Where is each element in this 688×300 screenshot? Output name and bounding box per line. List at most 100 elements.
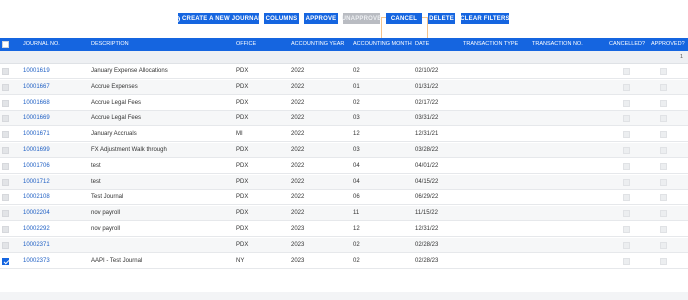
date-cell: 12/31/22: [415, 226, 439, 232]
journal-no-link[interactable]: 10001667: [23, 80, 50, 95]
journal-no-link[interactable]: 10001669: [23, 111, 50, 126]
approved-checkbox: [660, 68, 667, 75]
accounting-year-cell: 2022: [291, 131, 305, 138]
header-journal-no[interactable]: JOURNAL NO.: [23, 38, 60, 51]
header-approved[interactable]: APPROVED?: [651, 38, 685, 51]
table-row[interactable]: 10001671 January Accruals MI 2022 12 12/31/21: [0, 127, 688, 143]
delete-button[interactable]: DELETE: [428, 13, 455, 24]
cancelled-checkbox: [623, 115, 630, 123]
cancelled-checkbox: [623, 194, 630, 202]
row-select-checkbox[interactable]: [2, 210, 9, 218]
approved-checkbox: [660, 147, 667, 154]
accounting-month-cell: 02: [353, 241, 360, 248]
office-cell: PDX: [236, 83, 249, 90]
journal-no-link[interactable]: 10002108: [23, 190, 50, 205]
accounting-year-cell: 2022: [291, 115, 305, 122]
grid-header: JOURNAL NO. DESCRIPTION OFFICE ACCOUNTIN…: [0, 38, 688, 51]
approved-checkbox: [660, 226, 667, 233]
journal-no-link[interactable]: 10001619: [23, 64, 50, 79]
cancelled-checkbox: [623, 68, 630, 75]
journal-no-link[interactable]: 10002292: [23, 222, 50, 237]
approved-checkbox: [660, 162, 667, 170]
create-journal-button[interactable]: + CREATE A NEW JOURNAL: [174, 13, 262, 24]
accounting-month-cell: 06: [353, 194, 360, 201]
approve-button[interactable]: APPROVE: [304, 13, 338, 24]
cancelled-checkbox: [623, 147, 630, 154]
accounting-year-cell: 2022: [291, 83, 305, 90]
header-office[interactable]: OFFICE: [236, 38, 256, 51]
journal-no-link[interactable]: 10001712: [23, 175, 50, 190]
accounting-month-cell: 04: [353, 162, 360, 169]
table-row[interactable]: 10002108 Test Journal PDX 2022 06 06/29/22: [0, 190, 688, 206]
row-select-checkbox[interactable]: [2, 68, 9, 75]
row-select-checkbox[interactable]: [2, 178, 9, 186]
unapprove-button[interactable]: UNAPPROVE: [342, 13, 381, 24]
description-cell: test: [91, 178, 101, 185]
table-row[interactable]: 10001712 test PDX 2022 04 04/15/22: [0, 174, 688, 190]
header-description[interactable]: DESCRIPTION: [91, 38, 129, 51]
journal-no-link[interactable]: 10001671: [23, 127, 50, 142]
journal-no-link[interactable]: 10002373: [23, 254, 50, 269]
select-all-checkbox[interactable]: [2, 41, 9, 48]
office-cell: MI: [236, 131, 243, 138]
columns-button[interactable]: COLUMNS: [264, 13, 299, 24]
approved-checkbox: [660, 83, 667, 91]
table-row[interactable]: 10001667 Accrue Expenses PDX 2022 01 01/31/22: [0, 79, 688, 95]
table-row[interactable]: 10001699 FX Adjustment Walk through PDX 202…: [0, 143, 688, 158]
journal-no-link[interactable]: 10002371: [23, 238, 50, 253]
header-date[interactable]: DATE: [415, 38, 429, 51]
table-row[interactable]: 10001619 January Expense Allocations PDX 20…: [0, 64, 688, 79]
table-row[interactable]: 10001706 test PDX 2022 04 04/01/22: [0, 159, 688, 174]
table-row[interactable]: 10002373 AAPI - Test Journal NY 2023 02 02/28…: [0, 254, 688, 269]
description-cell: test: [91, 162, 101, 169]
row-select-checkbox[interactable]: [2, 99, 9, 107]
cancelled-checkbox: [623, 178, 630, 186]
accounting-month-cell: 03: [353, 115, 360, 122]
row-select-checkbox[interactable]: [2, 131, 9, 139]
journal-no-link[interactable]: 10001668: [23, 96, 50, 111]
journal-no-link[interactable]: 10001699: [23, 143, 50, 158]
header-transaction-type[interactable]: TRANSACTION TYPE: [463, 38, 518, 51]
table-row[interactable]: 10002292 nov payroll PDX 2023 12 12/31/22: [0, 222, 688, 237]
clear-filters-button[interactable]: CLEAR FILTERS: [460, 13, 510, 24]
description-cell: Accrue Legal Fees: [91, 115, 142, 122]
filter-count: 1: [679, 54, 683, 60]
row-select-checkbox[interactable]: [2, 162, 9, 170]
row-select-checkbox[interactable]: [2, 115, 9, 123]
header-cancelled[interactable]: CANCELLED?: [609, 38, 645, 51]
approved-checkbox: [660, 178, 667, 186]
header-transaction-no[interactable]: TRANSACTION NO.: [532, 38, 583, 51]
journal-no-link[interactable]: 10002204: [23, 206, 50, 221]
journal-no-link[interactable]: 10001706: [23, 159, 50, 174]
accounting-month-cell: 01: [353, 83, 360, 90]
office-cell: PDX: [236, 210, 249, 217]
accounting-year-cell: 2023: [291, 241, 305, 248]
header-accounting-month[interactable]: ACCOUNTING MONTH: [353, 38, 412, 51]
filter-row[interactable]: 1: [0, 51, 688, 64]
header-accounting-year[interactable]: ACCOUNTING YEAR: [291, 38, 344, 51]
date-cell: 04/01/22: [415, 162, 439, 169]
row-select-checkbox[interactable]: [2, 147, 9, 154]
description-cell: Accrue Legal Fees: [91, 99, 142, 106]
office-cell: PDX: [236, 99, 249, 106]
horizontal-scrollbar[interactable]: [0, 292, 688, 300]
row-select-checkbox[interactable]: [2, 226, 9, 233]
row-select-checkbox[interactable]: [2, 241, 9, 249]
table-row[interactable]: 10002371 PDX 2023 02 02/28/23: [0, 237, 688, 253]
description-cell: FX Adjustment Walk through: [91, 147, 167, 153]
accounting-year-cell: 2022: [291, 147, 305, 153]
row-select-checkbox[interactable]: [2, 257, 9, 265]
row-select-checkbox[interactable]: [2, 194, 9, 202]
table-row[interactable]: 10002204 nov payroll PDX 2022 11 11/15/22: [0, 206, 688, 222]
accounting-month-cell: 12: [353, 131, 360, 138]
cancelled-checkbox: [623, 99, 630, 107]
office-cell: PDX: [236, 194, 249, 201]
approved-checkbox: [660, 210, 667, 218]
row-select-checkbox[interactable]: [2, 83, 9, 91]
accounting-month-cell: 04: [353, 178, 360, 185]
cancel-button[interactable]: CANCEL: [386, 13, 422, 24]
table-row[interactable]: 10001668 Accrue Legal Fees PDX 2022 02 02/17/…: [0, 96, 688, 111]
cancelled-checkbox: [623, 131, 630, 139]
office-cell: PDX: [236, 115, 249, 122]
table-row[interactable]: 10001669 Accrue Legal Fees PDX 2022 03 03/31/…: [0, 111, 688, 127]
